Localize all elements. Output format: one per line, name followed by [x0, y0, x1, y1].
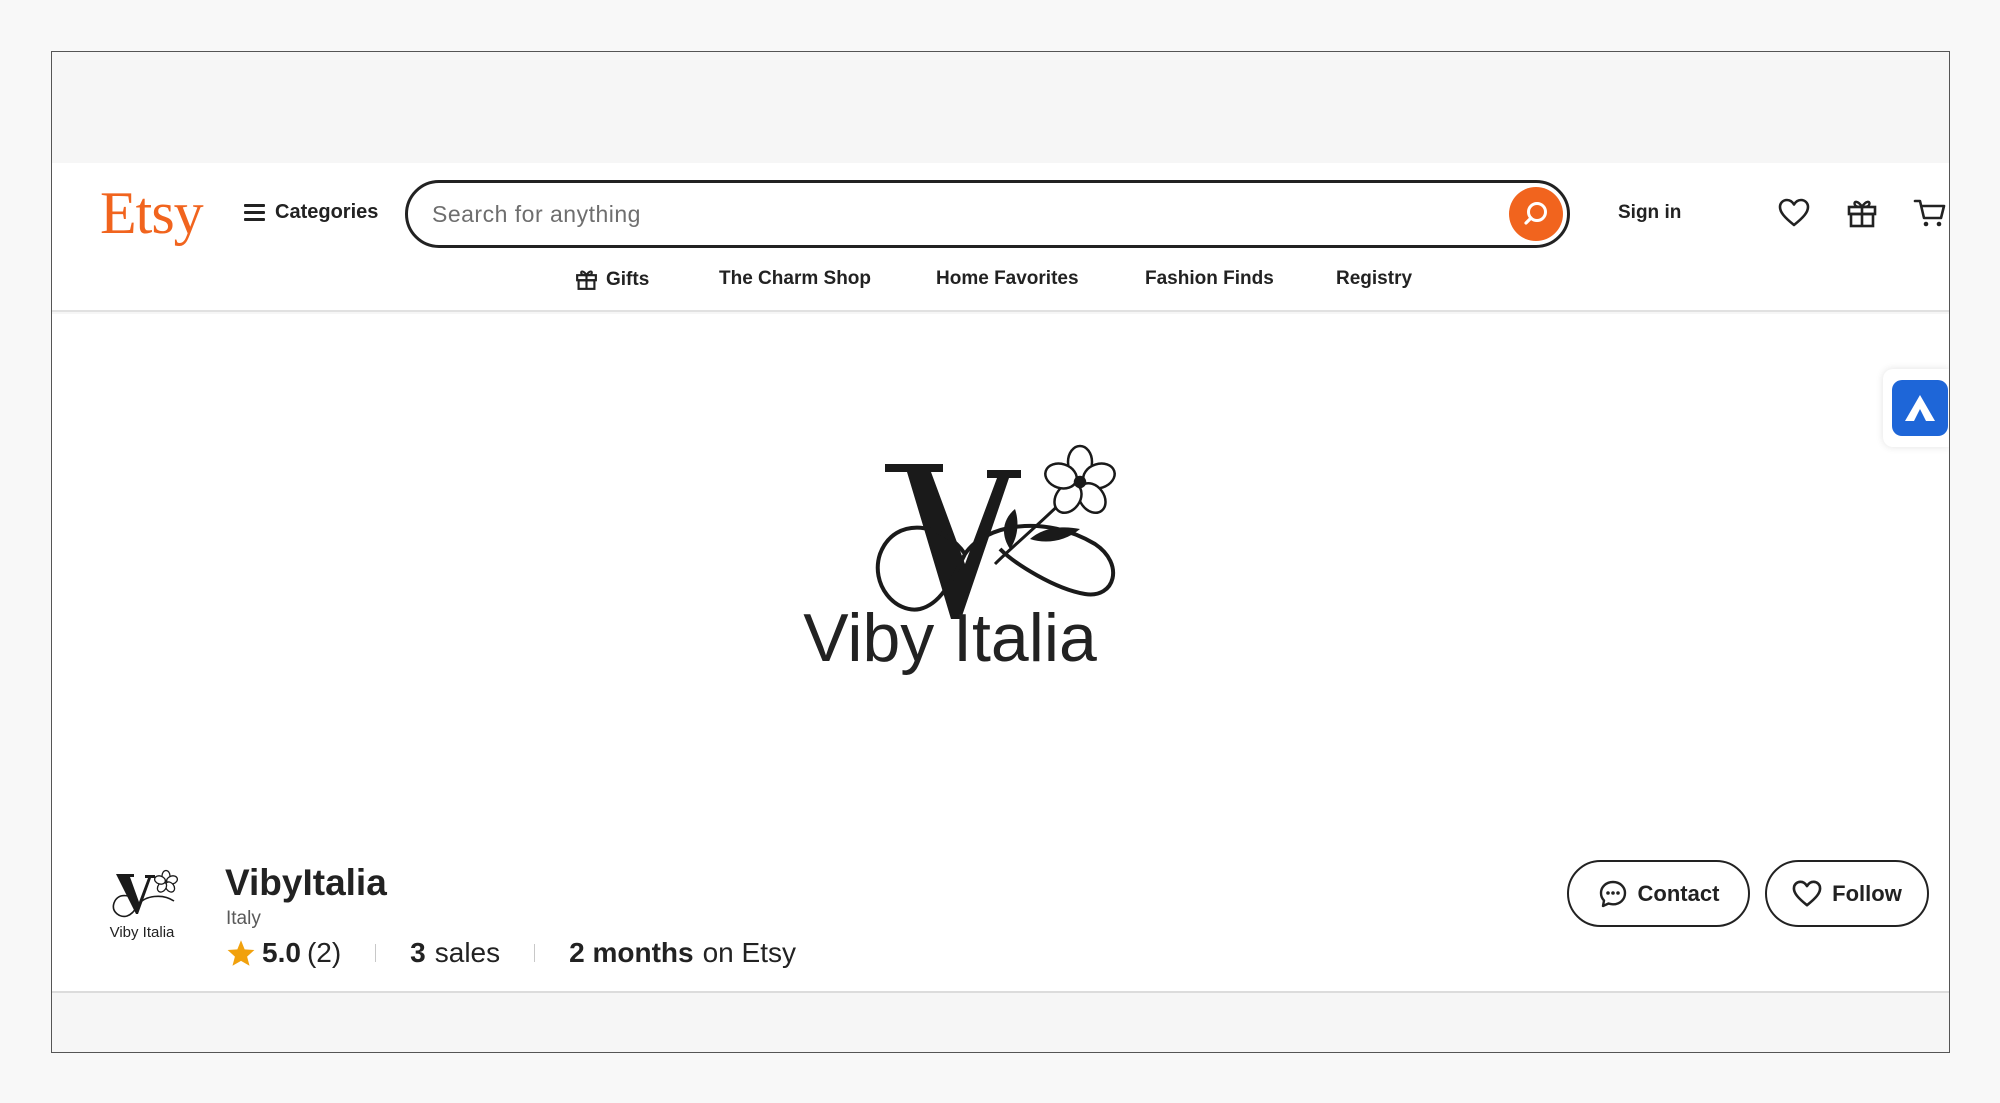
- search-bar: [405, 180, 1570, 248]
- contact-button[interactable]: Contact: [1567, 860, 1750, 927]
- floating-side-widget: [1883, 369, 1949, 447]
- cart-button[interactable]: [1913, 196, 1947, 230]
- etsy-logo[interactable]: Etsy: [100, 179, 204, 248]
- nav-gifts[interactable]: Gifts: [575, 268, 649, 291]
- cart-icon: [1913, 199, 1946, 227]
- chat-bubble-icon: [1599, 880, 1626, 907]
- heart-icon: [1778, 198, 1810, 227]
- tenure-suffix: on Etsy: [702, 937, 796, 968]
- heart-icon: [1792, 880, 1822, 907]
- avatar-logo-text: Viby Italia: [109, 924, 175, 941]
- sales-label: sales: [434, 937, 501, 968]
- categories-label: Categories: [275, 201, 379, 223]
- shop-rating: 5.0: [262, 937, 301, 968]
- gift-icon: [1847, 200, 1877, 228]
- follow-button[interactable]: Follow: [1765, 860, 1929, 927]
- bottom-blank-area: [52, 991, 1949, 1052]
- contact-label: Contact: [1637, 880, 1720, 906]
- star-icon: [227, 940, 255, 966]
- menu-icon: [244, 204, 265, 221]
- shop-tenure: 2 months: [569, 937, 694, 968]
- shop-avatar[interactable]: Viby Italia: [102, 866, 182, 946]
- shop-stats: 5.0 (2) 3 sales 2 months on Etsy: [226, 937, 796, 969]
- nav-gifts-label: Gifts: [606, 268, 650, 290]
- shop-name: VibyItalia: [225, 862, 387, 903]
- gift-button[interactable]: [1845, 196, 1879, 230]
- nav-the-charm-shop[interactable]: The Charm Shop: [719, 268, 871, 290]
- categories-button[interactable]: Categories: [244, 201, 378, 224]
- site-header: Etsy Categories Sign in: [52, 163, 1949, 312]
- search-input[interactable]: [432, 183, 1482, 245]
- top-blank-area: [52, 52, 1949, 163]
- banner-shop-name: Viby Italia: [803, 600, 1097, 676]
- browser-viewport: Etsy Categories Sign in: [51, 51, 1950, 1053]
- side-extension-button[interactable]: [1892, 380, 1948, 436]
- shop-location: Italy: [226, 908, 261, 929]
- nav-fashion-finds[interactable]: Fashion Finds: [1145, 268, 1274, 290]
- primary-nav: Gifts The Charm Shop Home Favorites Fash…: [52, 264, 1949, 300]
- avatar-logo-image: [112, 869, 179, 918]
- search-button[interactable]: [1509, 187, 1563, 241]
- divider: [534, 944, 536, 962]
- follow-label: Follow: [1832, 880, 1902, 906]
- triangle-logo-icon: [1905, 395, 1935, 421]
- favorites-button[interactable]: [1777, 196, 1811, 230]
- review-count[interactable]: (2): [307, 937, 341, 969]
- sales-count: 3: [410, 937, 426, 968]
- gift-icon: [576, 270, 597, 290]
- sign-in-link[interactable]: Sign in: [1618, 202, 1681, 224]
- nav-registry[interactable]: Registry: [1336, 268, 1412, 290]
- divider: [375, 944, 377, 962]
- nav-home-favorites[interactable]: Home Favorites: [936, 268, 1079, 290]
- search-icon: [1524, 202, 1547, 225]
- shop-info-bar: Viby Italia VibyItalia Italy 5.0 (2) 3 s…: [52, 824, 1949, 989]
